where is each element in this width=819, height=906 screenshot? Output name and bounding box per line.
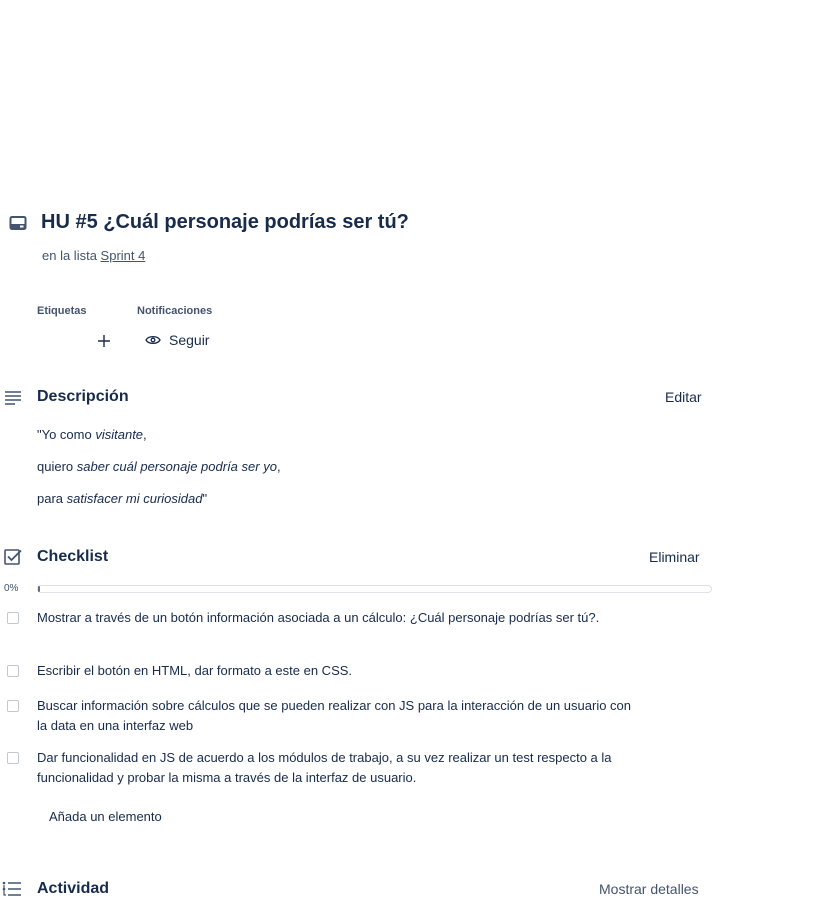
checklist-progress-fill [38,586,40,592]
follow-label: Seguir [169,332,210,348]
delete-checklist-button[interactable]: Eliminar [649,549,700,565]
list-link[interactable]: Sprint 4 [101,248,146,263]
checklist-item-text[interactable]: Mostrar a través de un botón información… [37,608,637,628]
list-reference: en la lista Sprint 4 [42,248,145,263]
add-checklist-item-button[interactable]: Añada un elemento [49,809,162,824]
description-line: para satisfacer mi curiosidad" [37,491,208,506]
card-icon [9,216,27,230]
description-icon [5,391,21,405]
edit-description-button[interactable]: Editar [665,389,702,405]
follow-button[interactable]: Seguir [145,332,209,348]
checklist-progress-percent: 0% [4,583,19,594]
checklist-title: Checklist [37,548,109,565]
card-title[interactable]: HU #5 ¿Cuál personaje podrías ser tú? [41,211,409,234]
activity-title: Actividad [37,880,110,897]
notifications-heading: Notificaciones [137,305,213,317]
in-list-prefix: en la lista [42,248,97,263]
checklist-progress-bar [37,585,712,593]
checklist-item-text[interactable]: Buscar información sobre cálculos que se… [37,696,637,736]
description-line: quiero saber cuál personaje podría ser y… [37,459,281,474]
checklist-item-checkbox[interactable] [7,752,19,764]
show-details-button[interactable]: Mostrar detalles [599,881,699,897]
checklist-item-text[interactable]: Escribir el botón en HTML, dar formato a… [37,661,637,681]
checklist-icon [4,549,22,565]
plus-icon [98,335,110,347]
checklist-item-text[interactable]: Dar funcionalidad en JS de acuerdo a los… [37,748,637,788]
checklist-item-checkbox[interactable] [7,665,19,677]
eye-icon [145,335,161,345]
activity-icon [2,881,21,896]
add-label-button[interactable] [97,329,111,354]
description-line: "Yo como visitante, [37,427,147,442]
checklist-item-checkbox[interactable] [7,700,19,712]
description-title: Descripción [37,388,129,405]
checklist-item-checkbox[interactable] [7,612,19,624]
labels-heading: Etiquetas [37,305,87,317]
